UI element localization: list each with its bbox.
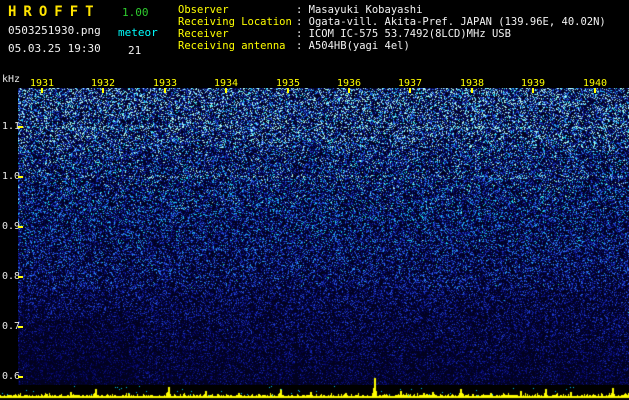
info-value: : Ogata-vill. Akita-Pref. JAPAN (139.96E… <box>296 16 606 28</box>
spectrogram-canvas <box>18 88 629 385</box>
output-filename: 0503251930.png <box>8 24 101 37</box>
echo-count: 21 <box>128 44 142 57</box>
freq-unit-label: kHz <box>2 74 21 85</box>
info-value: : ICOM IC-575 53.7492(8LCD)MHz USB <box>296 28 511 40</box>
hrofft-screen: HROFFT 1.00 0503251930.png meteor 05.03.… <box>0 0 629 400</box>
station-info-row: Receiver : ICOM IC-575 53.7492(8LCD)MHz U… <box>178 28 606 40</box>
station-info-row: Observer : Masayuki Kobayashi <box>178 4 606 16</box>
station-info: Observer: Masayuki Kobayashi Receiving Lo… <box>178 4 606 52</box>
info-value: : Masayuki Kobayashi <box>296 4 423 16</box>
amplitude-trace-canvas <box>0 372 629 400</box>
mode-label: meteor <box>118 26 158 39</box>
frame-timestamp: 05.03.25 19:30 <box>8 42 101 55</box>
station-info-row: Receiving antenna : A504HB(yagi 4el) <box>178 40 606 52</box>
info-label: Receiving antenna <box>178 40 286 52</box>
app-version: 1.00 <box>122 6 149 19</box>
info-label: Receiver <box>178 28 229 40</box>
info-label: Receiving Location <box>178 16 292 28</box>
info-value: : A504HB(yagi 4el) <box>296 40 410 52</box>
app-title: HROFFT <box>8 4 101 20</box>
station-info-row: Receiving Location : Ogata-vill. Akita-Pr… <box>178 16 606 28</box>
info-label: Observer <box>178 4 229 16</box>
